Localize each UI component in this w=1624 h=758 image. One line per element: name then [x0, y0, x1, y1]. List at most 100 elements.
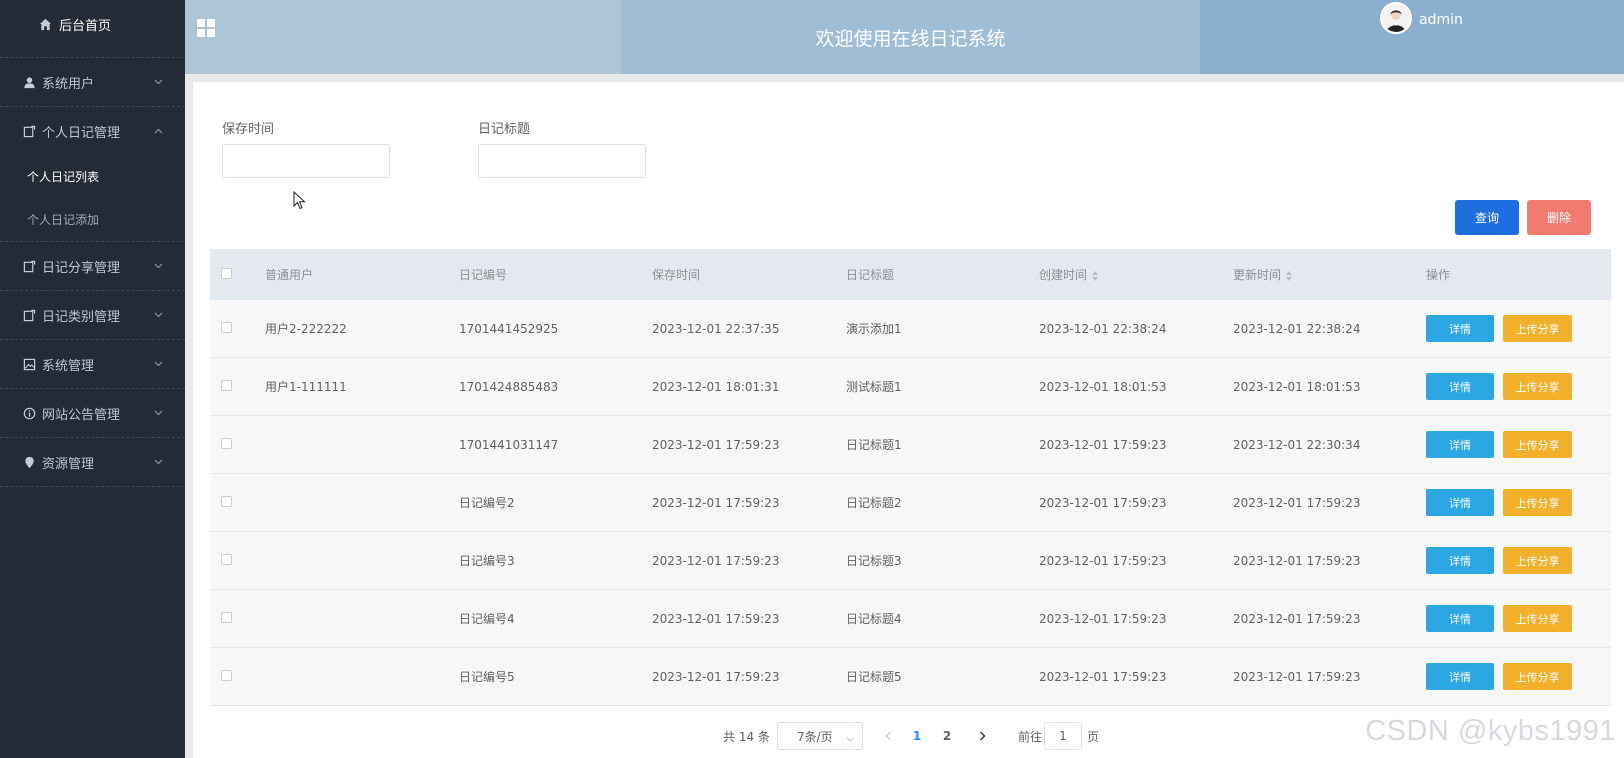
cell-updated: 2023-12-01 22:30:34 — [1233, 437, 1361, 452]
sidebar-item-label: 个人日记管理 — [42, 125, 121, 141]
upload-share-button[interactable]: 上传分享 — [1503, 431, 1572, 458]
location-icon — [22, 455, 36, 469]
page-size-select[interactable]: 7条/页 — [777, 722, 863, 750]
sort-icon[interactable] — [1286, 270, 1293, 281]
row-select-cell — [210, 553, 265, 568]
detail-button[interactable]: 详情 — [1426, 663, 1494, 690]
table-header: 普通用户 日记编号 保存时间 日记标题 创建时间 更新时间 操作 — [210, 249, 1611, 300]
chevron-down-icon — [846, 732, 854, 742]
sidebar-item-system-management[interactable]: 系统管理 — [0, 340, 185, 388]
save-time-input[interactable] — [222, 144, 390, 178]
detail-button[interactable]: 详情 — [1426, 547, 1494, 574]
sidebar-item-label: 系统管理 — [42, 358, 95, 374]
diary-title-input[interactable] — [478, 144, 646, 178]
cell-actions: 详情 上传分享 — [1426, 315, 1611, 342]
chevron-up-icon — [153, 126, 163, 136]
next-page-icon[interactable] — [975, 722, 989, 750]
chevron-down-icon — [153, 310, 163, 320]
sidebar-item-system-users[interactable]: 系统用户 — [0, 58, 185, 106]
detail-button[interactable]: 详情 — [1426, 489, 1494, 516]
cell-number: 日记编号5 — [459, 670, 515, 684]
cell-actions: 详情 上传分享 — [1426, 373, 1611, 400]
sidebar-group-system-management: 系统管理 — [0, 340, 185, 389]
header-user: 普通用户 — [265, 268, 314, 282]
header-number: 日记编号 — [459, 268, 508, 282]
cell-created: 2023-12-01 17:59:23 — [1039, 437, 1167, 452]
cell-user: 用户1-111111 — [265, 380, 347, 394]
header-updated[interactable]: 更新时间 — [1233, 266, 1426, 283]
select-all-checkbox[interactable] — [221, 267, 232, 279]
upload-share-button[interactable]: 上传分享 — [1503, 373, 1572, 400]
main-panel: 保存时间 日记标题 查询 删除 普通用户 日记编号 保存时间 日记标题 创建时间… — [193, 82, 1624, 758]
detail-button[interactable]: 详情 — [1426, 373, 1494, 400]
cell-updated: 2023-12-01 17:59:23 — [1233, 611, 1361, 626]
cell-save-time: 2023-12-01 17:59:23 — [652, 495, 780, 510]
chevron-down-icon — [153, 408, 163, 418]
sidebar-item-diary-add[interactable]: 个人日记添加 — [0, 198, 185, 241]
cell-actions: 详情 上传分享 — [1426, 605, 1611, 632]
sidebar-group-diary-share: 日记分享管理 — [0, 242, 185, 291]
sidebar-item-label: 资源管理 — [42, 456, 95, 472]
table-row: 1701441031147 2023-12-01 17:59:23 日记标题1 202… — [210, 416, 1611, 474]
row-checkbox[interactable] — [221, 495, 232, 507]
cell-save-time: 2023-12-01 17:59:23 — [652, 669, 780, 684]
row-checkbox[interactable] — [221, 611, 232, 623]
table-row: 日记编号2 2023-12-01 17:59:23 日记标题2 2023-12-01 … — [210, 474, 1611, 532]
cell-number: 1701424885483 — [459, 379, 559, 394]
goto-page-input[interactable]: 1 — [1044, 722, 1082, 750]
page-1[interactable]: 1 — [907, 722, 927, 750]
username[interactable]: admin — [1419, 12, 1463, 28]
cell-created: 2023-12-01 22:38:24 — [1039, 321, 1167, 336]
chevron-down-icon — [153, 457, 163, 467]
cell-created: 2023-12-01 17:59:23 — [1039, 611, 1167, 626]
sidebar-home[interactable]: 后台首页 — [0, 0, 185, 48]
upload-share-button[interactable]: 上传分享 — [1503, 663, 1572, 690]
row-checkbox[interactable] — [221, 669, 232, 681]
prev-page-icon[interactable] — [881, 722, 895, 750]
chevron-down-icon — [153, 77, 163, 87]
sidebar-item-label: 日记类别管理 — [42, 309, 121, 325]
save-time-label: 保存时间 — [222, 122, 275, 137]
detail-button[interactable]: 详情 — [1426, 315, 1494, 342]
image-icon — [22, 357, 36, 371]
row-checkbox[interactable] — [221, 437, 232, 449]
cell-title: 日记标题4 — [846, 612, 902, 626]
cell-updated: 2023-12-01 17:59:23 — [1233, 553, 1361, 568]
table-body: 用户2-222222 1701441452925 2023-12-01 22:37:… — [210, 300, 1611, 706]
upload-share-button[interactable]: 上传分享 — [1503, 547, 1572, 574]
cell-actions: 详情 上传分享 — [1426, 663, 1611, 690]
sort-icon[interactable] — [1092, 270, 1099, 281]
table-row: 日记编号4 2023-12-01 17:59:23 日记标题4 2023-12-01 … — [210, 590, 1611, 648]
avatar[interactable] — [1380, 2, 1412, 34]
sidebar-item-resources[interactable]: 资源管理 — [0, 438, 185, 486]
diary-table: 普通用户 日记编号 保存时间 日记标题 创建时间 更新时间 操作 用户2-222… — [210, 249, 1611, 706]
cell-user: 用户2-222222 — [265, 322, 347, 336]
query-button[interactable]: 查询 — [1455, 200, 1519, 235]
sidebar-item-diary-share[interactable]: 日记分享管理 — [0, 242, 185, 290]
sidebar: 后台首页 系统用户 个人日记管理 个人日记列表 个人日记添加 日记分享管理 日记… — [0, 0, 185, 758]
select-all-cell — [210, 267, 265, 282]
upload-share-button[interactable]: 上传分享 — [1503, 605, 1572, 632]
detail-button[interactable]: 详情 — [1426, 431, 1494, 458]
page-2[interactable]: 2 — [937, 722, 957, 750]
header-save-time: 保存时间 — [652, 268, 701, 282]
header-left — [185, 0, 621, 74]
table-row: 用户1-111111 1701424885483 2023-12-01 18:01:… — [210, 358, 1611, 416]
delete-button[interactable]: 删除 — [1527, 200, 1591, 235]
row-checkbox[interactable] — [221, 321, 232, 333]
cell-number: 1701441031147 — [459, 437, 559, 452]
category-icon — [22, 308, 36, 322]
sidebar-item-diary-category[interactable]: 日记类别管理 — [0, 291, 185, 339]
sidebar-item-diary-list[interactable]: 个人日记列表 — [0, 155, 185, 198]
detail-button[interactable]: 详情 — [1426, 605, 1494, 632]
row-checkbox[interactable] — [221, 379, 232, 391]
cell-updated: 2023-12-01 17:59:23 — [1233, 669, 1361, 684]
sidebar-item-announcements[interactable]: 网站公告管理 — [0, 389, 185, 437]
upload-share-button[interactable]: 上传分享 — [1503, 315, 1572, 342]
row-checkbox[interactable] — [221, 553, 232, 565]
diary-icon — [22, 124, 36, 138]
header-created[interactable]: 创建时间 — [1039, 266, 1233, 283]
sidebar-item-personal-diary[interactable]: 个人日记管理 — [0, 107, 185, 155]
upload-share-button[interactable]: 上传分享 — [1503, 489, 1572, 516]
grid-menu-icon[interactable] — [197, 19, 215, 37]
